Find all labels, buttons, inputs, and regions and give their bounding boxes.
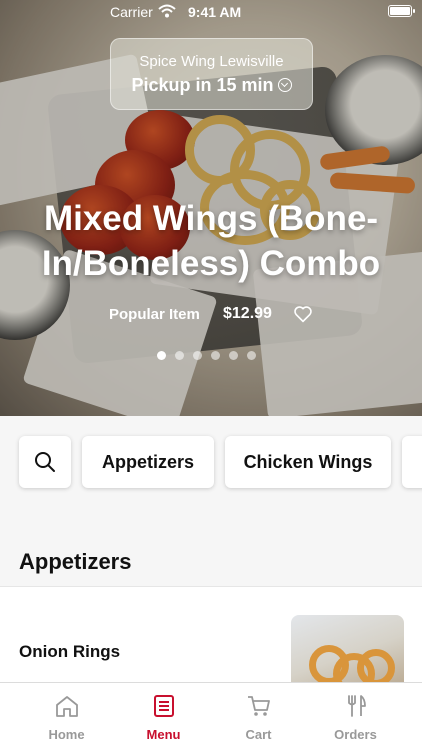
carousel-dot[interactable]: [157, 351, 166, 360]
store-name: Spice Wing Lewisville: [139, 53, 284, 70]
orders-icon: [348, 695, 366, 717]
carousel-dot[interactable]: [247, 351, 256, 360]
pickup-selector[interactable]: Spice Wing Lewisville Pickup in 15 min: [110, 38, 313, 110]
search-button[interactable]: [19, 436, 71, 488]
search-icon: [35, 452, 55, 472]
category-chip-chicken-wings[interactable]: Chicken Wings: [225, 436, 391, 488]
tab-bar: Home Menu Cart Orders: [0, 682, 422, 750]
carrier-label: Carrier: [110, 4, 153, 20]
pickup-time: Pickup in 15 min: [111, 75, 312, 96]
carousel-dot[interactable]: [175, 351, 184, 360]
tab-home[interactable]: Home: [14, 683, 119, 750]
carousel-dot[interactable]: [211, 351, 220, 360]
status-bar: Carrier 9:41 AM: [0, 0, 422, 24]
featured-item-title: Mixed Wings (Bone-In/Boneless) Combo: [41, 199, 381, 283]
tab-menu[interactable]: Menu: [111, 683, 216, 750]
featured-item-meta: Popular Item $12.99: [0, 304, 422, 326]
heart-icon[interactable]: [293, 305, 313, 328]
item-name: Onion Rings: [19, 642, 121, 661]
cart-icon: [248, 696, 270, 716]
clock: 9:41 AM: [188, 4, 242, 20]
category-chip-more[interactable]: [402, 436, 422, 488]
category-chip-appetizers[interactable]: Appetizers: [82, 436, 214, 488]
popular-tag: Popular Item: [109, 306, 200, 323]
chevron-down-icon: [277, 78, 292, 92]
featured-carousel[interactable]: Carrier 9:41 AM Spice Wing Lewisville Pi…: [0, 0, 422, 416]
carousel-dot[interactable]: [193, 351, 202, 360]
section-title: Appetizers: [19, 549, 132, 574]
battery-icon: [388, 5, 415, 17]
home-icon: [56, 696, 78, 717]
tab-orders[interactable]: Orders: [303, 683, 408, 750]
featured-price: $12.99: [223, 305, 272, 322]
carousel-dot[interactable]: [229, 351, 238, 360]
tab-cart[interactable]: Cart: [206, 683, 311, 750]
wifi-icon: [158, 4, 176, 21]
menu-list: Onion Rings: [0, 586, 422, 695]
category-bar: Appetizers Chicken Wings: [0, 416, 422, 512]
menu-icon: [154, 695, 174, 717]
